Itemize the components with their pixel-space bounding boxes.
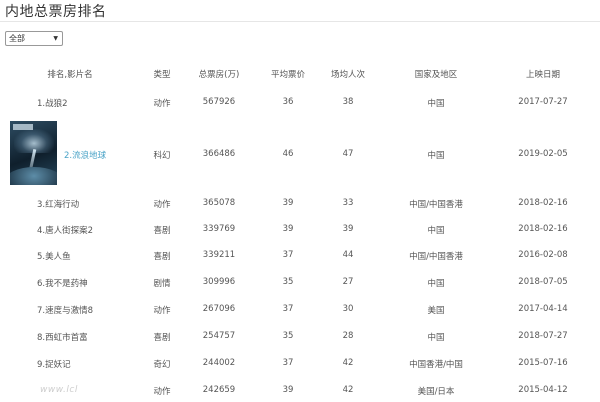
row-title[interactable]: 1.战狼2 (37, 97, 127, 109)
row-per-show: 30 (342, 304, 354, 314)
row-per-show: 38 (342, 97, 354, 107)
row-release-date: 2015-07-16 (518, 358, 568, 368)
row-country: 中国 (427, 279, 445, 289)
row-genre: 喜剧 (153, 226, 171, 236)
row-country: 中国/中国香港 (409, 200, 463, 210)
row-country: 美国/日本 (417, 387, 455, 397)
row-country: 中国 (427, 151, 445, 161)
row-title[interactable]: 6.我不是药神 (37, 277, 127, 289)
header-avg-price[interactable]: 平均票价 (266, 68, 310, 80)
row-per-show: 28 (342, 331, 354, 341)
row-total-gross: 339211 (202, 250, 236, 260)
row-release-date: 2015-04-12 (518, 385, 568, 395)
row-per-show: 33 (342, 198, 354, 208)
row-release-date: 2016-02-08 (518, 250, 568, 260)
header-release-date[interactable]: 上映日期 (509, 68, 577, 80)
row-title[interactable]: 7.速度与激情8 (37, 304, 127, 316)
header-genre[interactable]: 类型 (148, 68, 176, 80)
row-title[interactable]: 5.美人鱼 (37, 250, 127, 262)
table-row: 6.我不是药神 剧情 309996 35 27 中国 2018-07-05 (0, 277, 600, 291)
row-country: 美国 (427, 306, 445, 316)
row-total-gross: 242659 (202, 385, 236, 395)
row-genre: 科幻 (153, 151, 171, 161)
row-total-gross: 365078 (202, 198, 236, 208)
row-avg-price: 36 (282, 97, 294, 107)
filter-selected-value: 全部 (9, 34, 25, 43)
header-total-gross[interactable]: 总票房(万) (192, 68, 246, 80)
table-row: 1.战狼2 动作 567926 36 38 中国 2017-07-27 (0, 97, 600, 111)
row-total-gross: 254757 (202, 331, 236, 341)
row-title[interactable]: 2.流浪地球 (64, 149, 154, 161)
row-total-gross: 309996 (202, 277, 236, 287)
watermark-logo: www.lcl (40, 385, 78, 395)
row-release-date: 2018-02-16 (518, 198, 568, 208)
row-avg-price: 46 (282, 149, 294, 159)
chevron-down-icon: ▼ (53, 35, 58, 42)
table-row: 8.西虹市首富 喜剧 254757 35 28 中国 2018-07-27 (0, 331, 600, 345)
row-release-date: 2017-04-14 (518, 304, 568, 314)
table-header: 排名,影片名 类型 总票房(万) 平均票价 场均人次 国家及地区 上映日期 (0, 68, 600, 80)
row-total-gross: 366486 (202, 149, 236, 159)
row-genre: 动作 (153, 387, 171, 397)
row-avg-price: 37 (282, 304, 294, 314)
row-genre: 动作 (153, 306, 171, 316)
row-avg-price: 39 (282, 224, 294, 234)
row-genre: 剧情 (153, 279, 171, 289)
row-title[interactable]: 4.唐人街探案2 (37, 224, 127, 236)
row-total-gross: 567926 (202, 97, 236, 107)
row-country: 中国 (427, 333, 445, 343)
row-title[interactable]: 3.红海行动 (37, 198, 127, 210)
table-row: 2.流浪地球 科幻 366486 46 47 中国 2019-02-05 (0, 149, 600, 163)
row-per-show: 44 (342, 250, 354, 260)
row-avg-price: 35 (282, 277, 294, 287)
header-per-show[interactable]: 场均人次 (326, 68, 370, 80)
row-avg-price: 39 (282, 385, 294, 395)
row-release-date: 2018-02-16 (518, 224, 568, 234)
row-per-show: 47 (342, 149, 354, 159)
title-divider (0, 21, 600, 22)
row-country: 中国香港/中国 (409, 360, 463, 370)
row-per-show: 39 (342, 224, 354, 234)
row-title[interactable]: 9.捉妖记 (37, 358, 127, 370)
row-release-date: 2019-02-05 (518, 149, 568, 159)
row-total-gross: 339769 (202, 224, 236, 234)
row-total-gross: 244002 (202, 358, 236, 368)
page-title: 内地总票房排名 (5, 4, 107, 20)
row-avg-price: 37 (282, 358, 294, 368)
table-row: 动作 242659 39 42 美国/日本 2015-04-12 (0, 385, 600, 399)
table-row: 7.速度与激情8 动作 267096 37 30 美国 2017-04-14 (0, 304, 600, 318)
table-row: 9.捉妖记 奇幻 244002 37 42 中国香港/中国 2015-07-16 (0, 358, 600, 372)
row-avg-price: 37 (282, 250, 294, 260)
row-per-show: 42 (342, 385, 354, 395)
header-country[interactable]: 国家及地区 (392, 68, 480, 80)
row-avg-price: 39 (282, 198, 294, 208)
table-row: 3.红海行动 动作 365078 39 33 中国/中国香港 2018-02-16 (0, 198, 600, 212)
category-filter-select[interactable]: 全部 ▼ (5, 31, 63, 46)
row-title[interactable]: 8.西虹市首富 (37, 331, 127, 343)
table-row: 4.唐人街探案2 喜剧 339769 39 39 中国 2018-02-16 (0, 224, 600, 238)
table-row: 5.美人鱼 喜剧 339211 37 44 中国/中国香港 2016-02-08 (0, 250, 600, 264)
header-rank-title[interactable]: 排名,影片名 (20, 68, 120, 80)
row-country: 中国/中国香港 (409, 252, 463, 262)
row-genre: 动作 (153, 200, 171, 210)
row-country: 中国 (427, 226, 445, 236)
row-per-show: 42 (342, 358, 354, 368)
row-per-show: 27 (342, 277, 354, 287)
row-release-date: 2018-07-27 (518, 331, 568, 341)
row-release-date: 2018-07-05 (518, 277, 568, 287)
row-genre: 奇幻 (153, 360, 171, 370)
row-release-date: 2017-07-27 (518, 97, 568, 107)
row-genre: 喜剧 (153, 252, 171, 262)
row-avg-price: 35 (282, 331, 294, 341)
row-genre: 动作 (153, 99, 171, 109)
row-genre: 喜剧 (153, 333, 171, 343)
row-total-gross: 267096 (202, 304, 236, 314)
row-country: 中国 (427, 99, 445, 109)
